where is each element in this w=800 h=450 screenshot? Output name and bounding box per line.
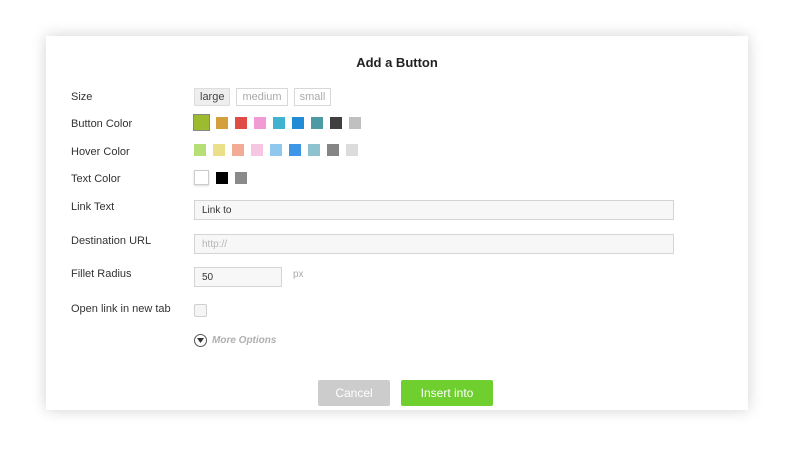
text-color-swatch-0[interactable] <box>194 170 209 185</box>
destination-url-label: Destination URL <box>71 235 152 247</box>
text-color-swatch-1[interactable] <box>216 171 228 184</box>
hover-color-swatch-1[interactable] <box>213 144 225 156</box>
text-color-swatches <box>194 170 247 185</box>
fillet-radius-input[interactable]: 50 <box>194 267 282 287</box>
text-color-swatch-2[interactable] <box>235 171 247 184</box>
cancel-button[interactable]: Cancel <box>318 380 390 406</box>
size-option-large[interactable]: large <box>194 88 231 106</box>
link-text-label: Link Text <box>71 201 115 213</box>
open-new-tab-checkbox[interactable] <box>194 304 207 317</box>
size-option-small[interactable]: small <box>293 88 332 106</box>
button-color-swatch-2[interactable] <box>235 116 247 129</box>
link-text-input[interactable]: Link to <box>194 200 674 220</box>
button-color-swatch-1[interactable] <box>216 116 228 129</box>
more-options-toggle[interactable]: More Options <box>194 334 276 347</box>
hover-color-label: Hover Color <box>71 146 130 158</box>
fillet-radius-label: Fillet Radius <box>71 268 132 280</box>
button-color-swatch-4[interactable] <box>273 116 285 129</box>
hover-color-swatch-2[interactable] <box>232 144 244 156</box>
dialog-title: Add a Button <box>356 55 438 70</box>
hover-color-swatch-8[interactable] <box>346 144 358 156</box>
button-color-swatch-0[interactable] <box>194 115 209 130</box>
button-color-swatches <box>194 115 361 130</box>
button-color-swatch-8[interactable] <box>349 116 361 129</box>
hover-color-swatches <box>194 144 358 156</box>
destination-url-input[interactable]: http:// <box>194 234 674 254</box>
hover-color-swatch-4[interactable] <box>270 144 282 156</box>
insert-into-button[interactable]: Insert into <box>401 380 493 406</box>
hover-color-swatch-5[interactable] <box>289 144 301 156</box>
open-new-tab-label: Open link in new tab <box>71 303 171 315</box>
size-label: Size <box>71 91 93 103</box>
chevron-down-circle-icon <box>194 334 207 347</box>
button-color-swatch-7[interactable] <box>330 116 342 129</box>
more-options-label: More Options <box>212 335 277 346</box>
button-color-swatch-6[interactable] <box>311 116 323 129</box>
size-option-medium[interactable]: medium <box>236 88 288 106</box>
button-color-swatch-3[interactable] <box>254 116 266 129</box>
hover-color-swatch-0[interactable] <box>194 144 206 156</box>
text-color-label: Text Color <box>71 173 121 185</box>
hover-color-swatch-3[interactable] <box>251 144 263 156</box>
add-button-dialog: Add a Button Size large medium small But… <box>46 36 748 410</box>
size-selector: large medium small <box>194 88 332 106</box>
fillet-radius-unit: px <box>293 269 304 280</box>
hover-color-swatch-7[interactable] <box>327 144 339 156</box>
hover-color-swatch-6[interactable] <box>308 144 320 156</box>
button-color-label: Button Color <box>71 118 133 130</box>
button-color-swatch-5[interactable] <box>292 116 304 129</box>
